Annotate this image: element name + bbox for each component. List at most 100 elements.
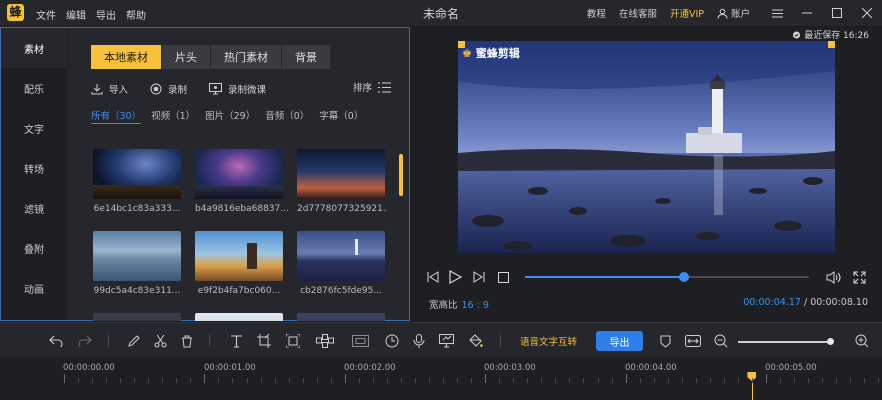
ruler-minor-tick	[429, 378, 430, 383]
filter-image[interactable]: 图片（29）	[205, 108, 255, 124]
tab-intro[interactable]: 片头	[162, 45, 210, 69]
mosaic-button[interactable]	[316, 332, 334, 350]
ruler-minor-tick	[738, 378, 739, 383]
stop-button[interactable]	[495, 269, 511, 285]
crop-handle-top-right[interactable]	[828, 41, 835, 48]
fullscreen-button[interactable]	[851, 269, 867, 285]
ruler-label: 00:00:05.00	[765, 363, 817, 373]
ruler-minor-tick	[415, 378, 416, 383]
account-button[interactable]: 账户	[717, 6, 750, 20]
seek-bar[interactable]	[525, 272, 809, 282]
export-button[interactable]: 导出	[596, 331, 643, 351]
import-button[interactable]: 导入	[91, 82, 128, 96]
media-item[interactable]	[93, 313, 181, 321]
media-item[interactable]	[297, 313, 385, 321]
media-thumbnail	[297, 231, 385, 281]
sort-button[interactable]: 排序	[353, 80, 391, 94]
zoom-out-button[interactable]	[712, 332, 730, 350]
side-tab-music[interactable]: 配乐	[1, 68, 67, 108]
media-thumbnail	[93, 231, 181, 281]
video-preview[interactable]: ♚ 蜜蜂剪辑	[458, 41, 835, 253]
previous-frame-button[interactable]	[425, 269, 441, 285]
media-item[interactable]: b4a9816eba68837...	[195, 149, 289, 214]
lighthouse-scene	[458, 41, 835, 253]
text-tool-button[interactable]	[227, 332, 245, 350]
next-frame-button[interactable]	[471, 269, 487, 285]
ruler-minor-tick	[555, 378, 556, 383]
screen-button[interactable]	[437, 332, 455, 350]
ruler-minor-tick	[78, 378, 79, 383]
side-tab-filter[interactable]: 滤镜	[1, 188, 67, 228]
fit-timeline-button[interactable]	[684, 332, 702, 350]
side-tab-transition[interactable]: 转场	[1, 148, 67, 188]
ruler-label: 00:00:02.00	[344, 363, 396, 373]
media-item[interactable]: 99dc5a4c83e311...	[93, 231, 181, 296]
paint-bucket-icon	[468, 334, 483, 347]
speed-button[interactable]	[383, 332, 401, 350]
media-item[interactable]: e9f2b4fa7bc060...	[195, 231, 283, 296]
seek-progress	[525, 276, 685, 278]
toolbar-divider	[209, 335, 210, 347]
menu-edit[interactable]: 编辑	[66, 7, 86, 22]
redo-button[interactable]	[76, 332, 94, 350]
media-thumbnail	[195, 313, 283, 321]
filter-all[interactable]: 所有（30）	[91, 108, 142, 124]
tab-background[interactable]: 背景	[282, 45, 330, 69]
filter-video[interactable]: 视频（1）	[151, 108, 195, 124]
media-item[interactable]: cb2876fc5fde95...	[297, 231, 385, 296]
filter-subtitle[interactable]: 字幕（0）	[319, 108, 363, 124]
pip-button[interactable]	[351, 332, 369, 350]
volume-button[interactable]	[825, 269, 841, 285]
hamburger-menu-button[interactable]	[762, 0, 792, 26]
menu-help[interactable]: 帮助	[126, 7, 146, 22]
support-link[interactable]: 在线客服	[619, 6, 657, 20]
crop-button[interactable]	[255, 332, 273, 350]
zoom-knob[interactable]	[826, 338, 834, 345]
zoom-slider[interactable]	[738, 338, 834, 345]
fit-button[interactable]	[284, 332, 302, 350]
maximize-button[interactable]	[822, 0, 852, 26]
tab-local-material[interactable]: 本地素材	[91, 45, 161, 69]
side-tab-text[interactable]: 文字	[1, 108, 67, 148]
media-item[interactable]	[195, 313, 283, 321]
aspect-ratio[interactable]: 宽高比 16 : 9	[429, 297, 489, 311]
crop-handle-top-left[interactable]	[458, 41, 465, 48]
close-button[interactable]	[852, 0, 882, 26]
trash-icon	[182, 335, 192, 347]
tutorial-link[interactable]: 教程	[587, 6, 606, 20]
zoom-in-button[interactable]	[853, 332, 871, 350]
scissors-icon	[154, 334, 166, 348]
menu-export[interactable]: 导出	[96, 7, 116, 22]
media-item[interactable]: 6e14bc1c83a333...	[93, 149, 181, 214]
speech-to-text-button[interactable]: 语音文字互转	[520, 334, 577, 348]
tab-hot-material[interactable]: 热门素材	[211, 45, 281, 69]
media-item[interactable]: 2d7778077325921...	[297, 149, 387, 214]
edit-button[interactable]	[124, 332, 142, 350]
record-button[interactable]: 录制	[150, 82, 187, 96]
timeline-ruler[interactable]: 00:00:00.00 00:00:01.00 00:00:02.00 00:0…	[0, 359, 882, 400]
play-button[interactable]	[447, 269, 463, 285]
ruler-minor-tick	[401, 378, 402, 383]
delete-button[interactable]	[178, 332, 196, 350]
seek-knob[interactable]	[679, 272, 690, 282]
record-lesson-button[interactable]: 录制微课	[209, 82, 266, 96]
watermark-logo-icon: ♚	[462, 47, 472, 60]
side-tab-animation[interactable]: 动画	[1, 268, 67, 308]
filter-audio[interactable]: 音频（0）	[265, 108, 309, 124]
media-thumbnail	[195, 149, 283, 199]
hamburger-icon	[771, 9, 783, 17]
ruler-minor-tick	[162, 378, 163, 383]
marker-button[interactable]	[656, 332, 674, 350]
ruler-minor-tick	[794, 378, 795, 383]
library-scrollbar[interactable]	[399, 154, 403, 196]
side-tab-overlay[interactable]: 叠附	[1, 228, 67, 268]
paint-button[interactable]	[466, 332, 484, 350]
minimize-button[interactable]	[792, 0, 822, 26]
split-button[interactable]	[151, 332, 169, 350]
last-saved-status: 最近保存 16:26	[792, 28, 869, 41]
undo-button[interactable]	[47, 332, 65, 350]
voiceover-button[interactable]	[410, 332, 428, 350]
vip-link[interactable]: 开通VIP	[670, 6, 704, 20]
menu-file[interactable]: 文件	[36, 7, 56, 22]
side-tab-material[interactable]: 素材	[1, 28, 68, 68]
